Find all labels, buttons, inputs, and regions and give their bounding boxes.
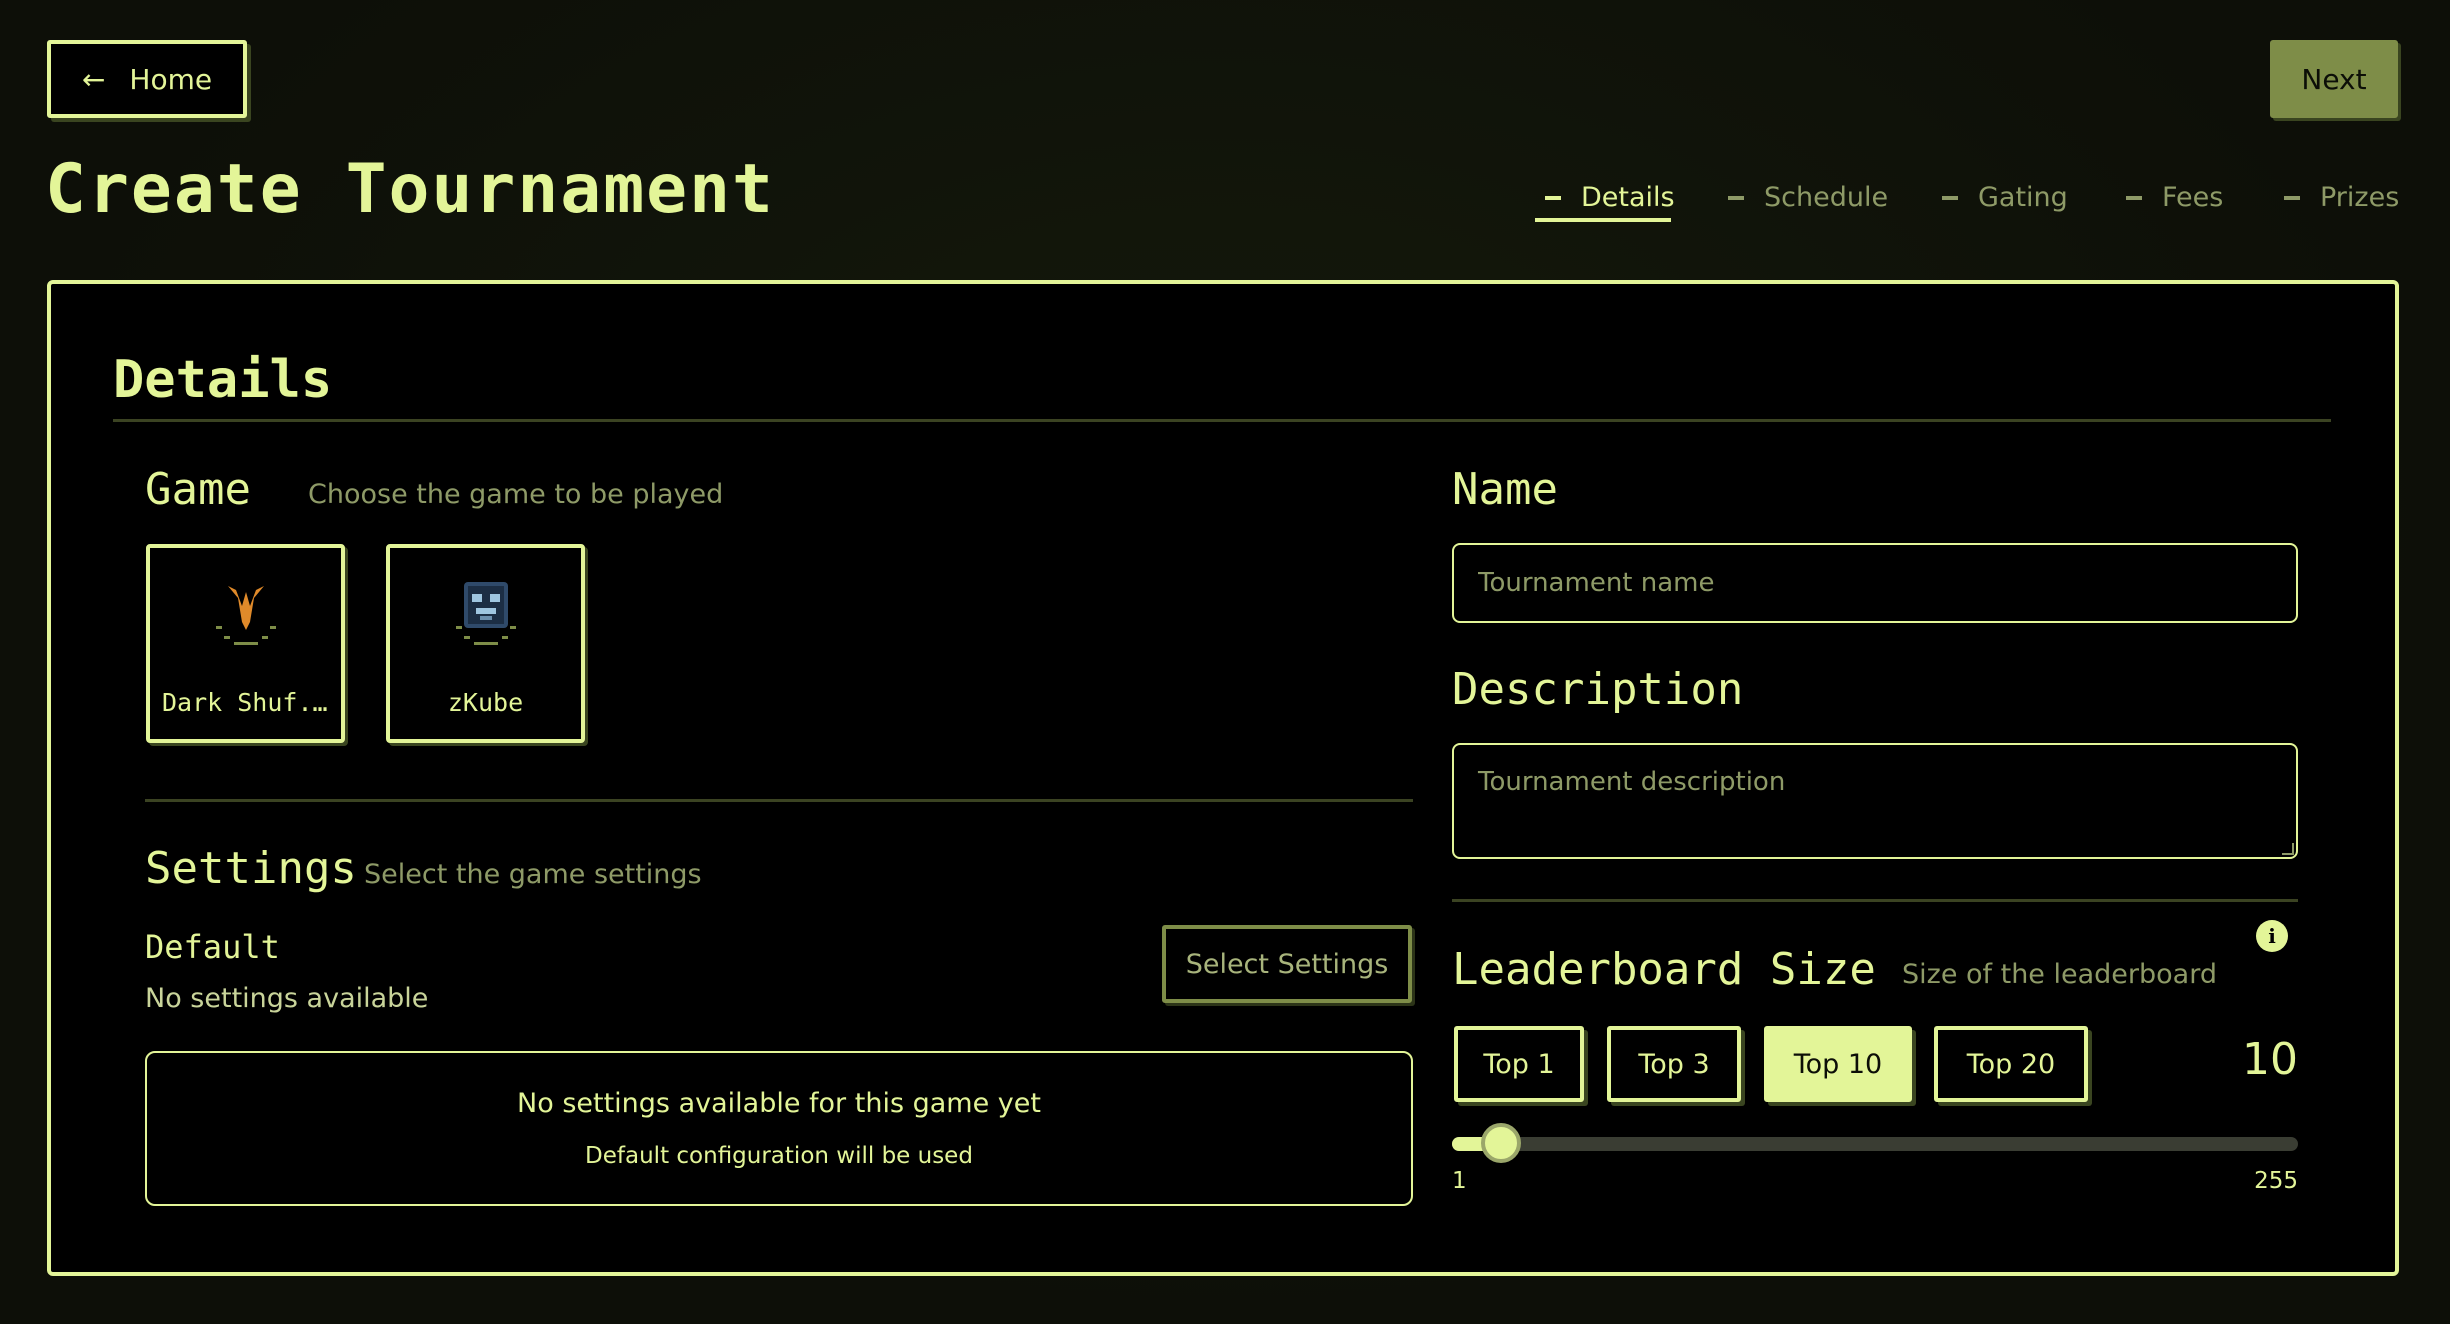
settings-empty-subtitle: Default configuration will be used xyxy=(585,1143,973,1169)
divider xyxy=(113,419,2331,422)
step-details[interactable]: Details xyxy=(1545,182,1675,213)
leaderboard-option-label: Top 1 xyxy=(1483,1048,1555,1080)
dash-icon xyxy=(2284,195,2300,200)
home-button-label: Home xyxy=(129,62,213,96)
leaderboard-option-label: Top 20 xyxy=(1966,1048,2056,1080)
dark-shuffle-logo-icon xyxy=(215,586,276,645)
slider-min-label: 1 xyxy=(1452,1168,1467,1194)
dash-icon xyxy=(1728,195,1744,200)
page-title: Create Tournament xyxy=(45,150,775,229)
details-heading: Details xyxy=(113,350,333,410)
slider-max-label: 255 xyxy=(2254,1168,2298,1194)
name-label: Name xyxy=(1452,464,1558,515)
dash-icon xyxy=(1942,195,1958,200)
leaderboard-slider-thumb[interactable] xyxy=(1480,1123,1521,1163)
leaderboard-size-value: 10 xyxy=(2242,1034,2298,1085)
active-step-underline xyxy=(1535,218,1671,222)
leaderboard-slider-track[interactable] xyxy=(1452,1137,2298,1151)
leaderboard-option-label: Top 3 xyxy=(1638,1048,1710,1080)
leaderboard-size-label: Leaderboard Size xyxy=(1452,944,1876,995)
step-fees[interactable]: Fees xyxy=(2126,182,2223,213)
divider xyxy=(1452,899,2298,902)
game-label: Game xyxy=(145,464,251,515)
step-prizes[interactable]: Prizes xyxy=(2284,182,2399,213)
settings-subtitle: Select the game settings xyxy=(364,859,702,890)
dash-icon xyxy=(2126,195,2142,200)
settings-empty-box xyxy=(145,1051,1413,1206)
zkube-logo-icon xyxy=(455,582,516,645)
info-icon[interactable]: i xyxy=(2256,920,2288,952)
game-card-dark-shuffle[interactable]: Dark Shuf... xyxy=(146,544,345,743)
select-settings-label: Select Settings xyxy=(1185,948,1389,980)
next-button[interactable]: Next xyxy=(2270,40,2398,118)
tournament-description-input[interactable] xyxy=(1452,743,2298,859)
leaderboard-top-1-button[interactable]: Top 1 xyxy=(1454,1026,1584,1102)
game-name: zKube xyxy=(447,688,524,717)
divider xyxy=(145,799,1413,802)
step-label: Details xyxy=(1581,182,1675,213)
settings-label: Settings xyxy=(145,843,357,894)
home-button[interactable]: ← Home xyxy=(47,40,247,118)
settings-current-desc: No settings available xyxy=(145,983,429,1014)
step-label: Fees xyxy=(2162,182,2224,213)
game-card-zkube[interactable]: zKube xyxy=(386,544,585,743)
resize-handle-icon[interactable] xyxy=(2282,843,2294,855)
settings-current-name: Default xyxy=(145,928,280,966)
game-name: Dark Shuf... xyxy=(162,688,341,717)
step-label: Gating xyxy=(1978,182,2068,213)
leaderboard-top-3-button[interactable]: Top 3 xyxy=(1607,1026,1741,1102)
arrow-left-icon: ← xyxy=(81,62,106,96)
settings-empty-title: No settings available for this game yet xyxy=(517,1088,1041,1119)
next-button-label: Next xyxy=(2301,62,2367,96)
description-label: Description xyxy=(1452,664,1744,715)
step-label: Prizes xyxy=(2320,182,2400,213)
leaderboard-top-20-button[interactable]: Top 20 xyxy=(1934,1026,2088,1102)
leaderboard-top-10-button[interactable]: Top 10 xyxy=(1764,1026,1912,1102)
leaderboard-option-label: Top 10 xyxy=(1793,1048,1883,1080)
dash-icon xyxy=(1545,195,1561,200)
tournament-name-input[interactable] xyxy=(1452,543,2298,623)
step-label: Schedule xyxy=(1764,182,1889,213)
game-subtitle: Choose the game to be played xyxy=(308,479,724,510)
leaderboard-size-subtitle: Size of the leaderboard xyxy=(1902,959,2217,990)
step-gating[interactable]: Gating xyxy=(1942,182,2068,213)
select-settings-button[interactable]: Select Settings xyxy=(1162,925,1412,1003)
step-schedule[interactable]: Schedule xyxy=(1728,182,1888,213)
